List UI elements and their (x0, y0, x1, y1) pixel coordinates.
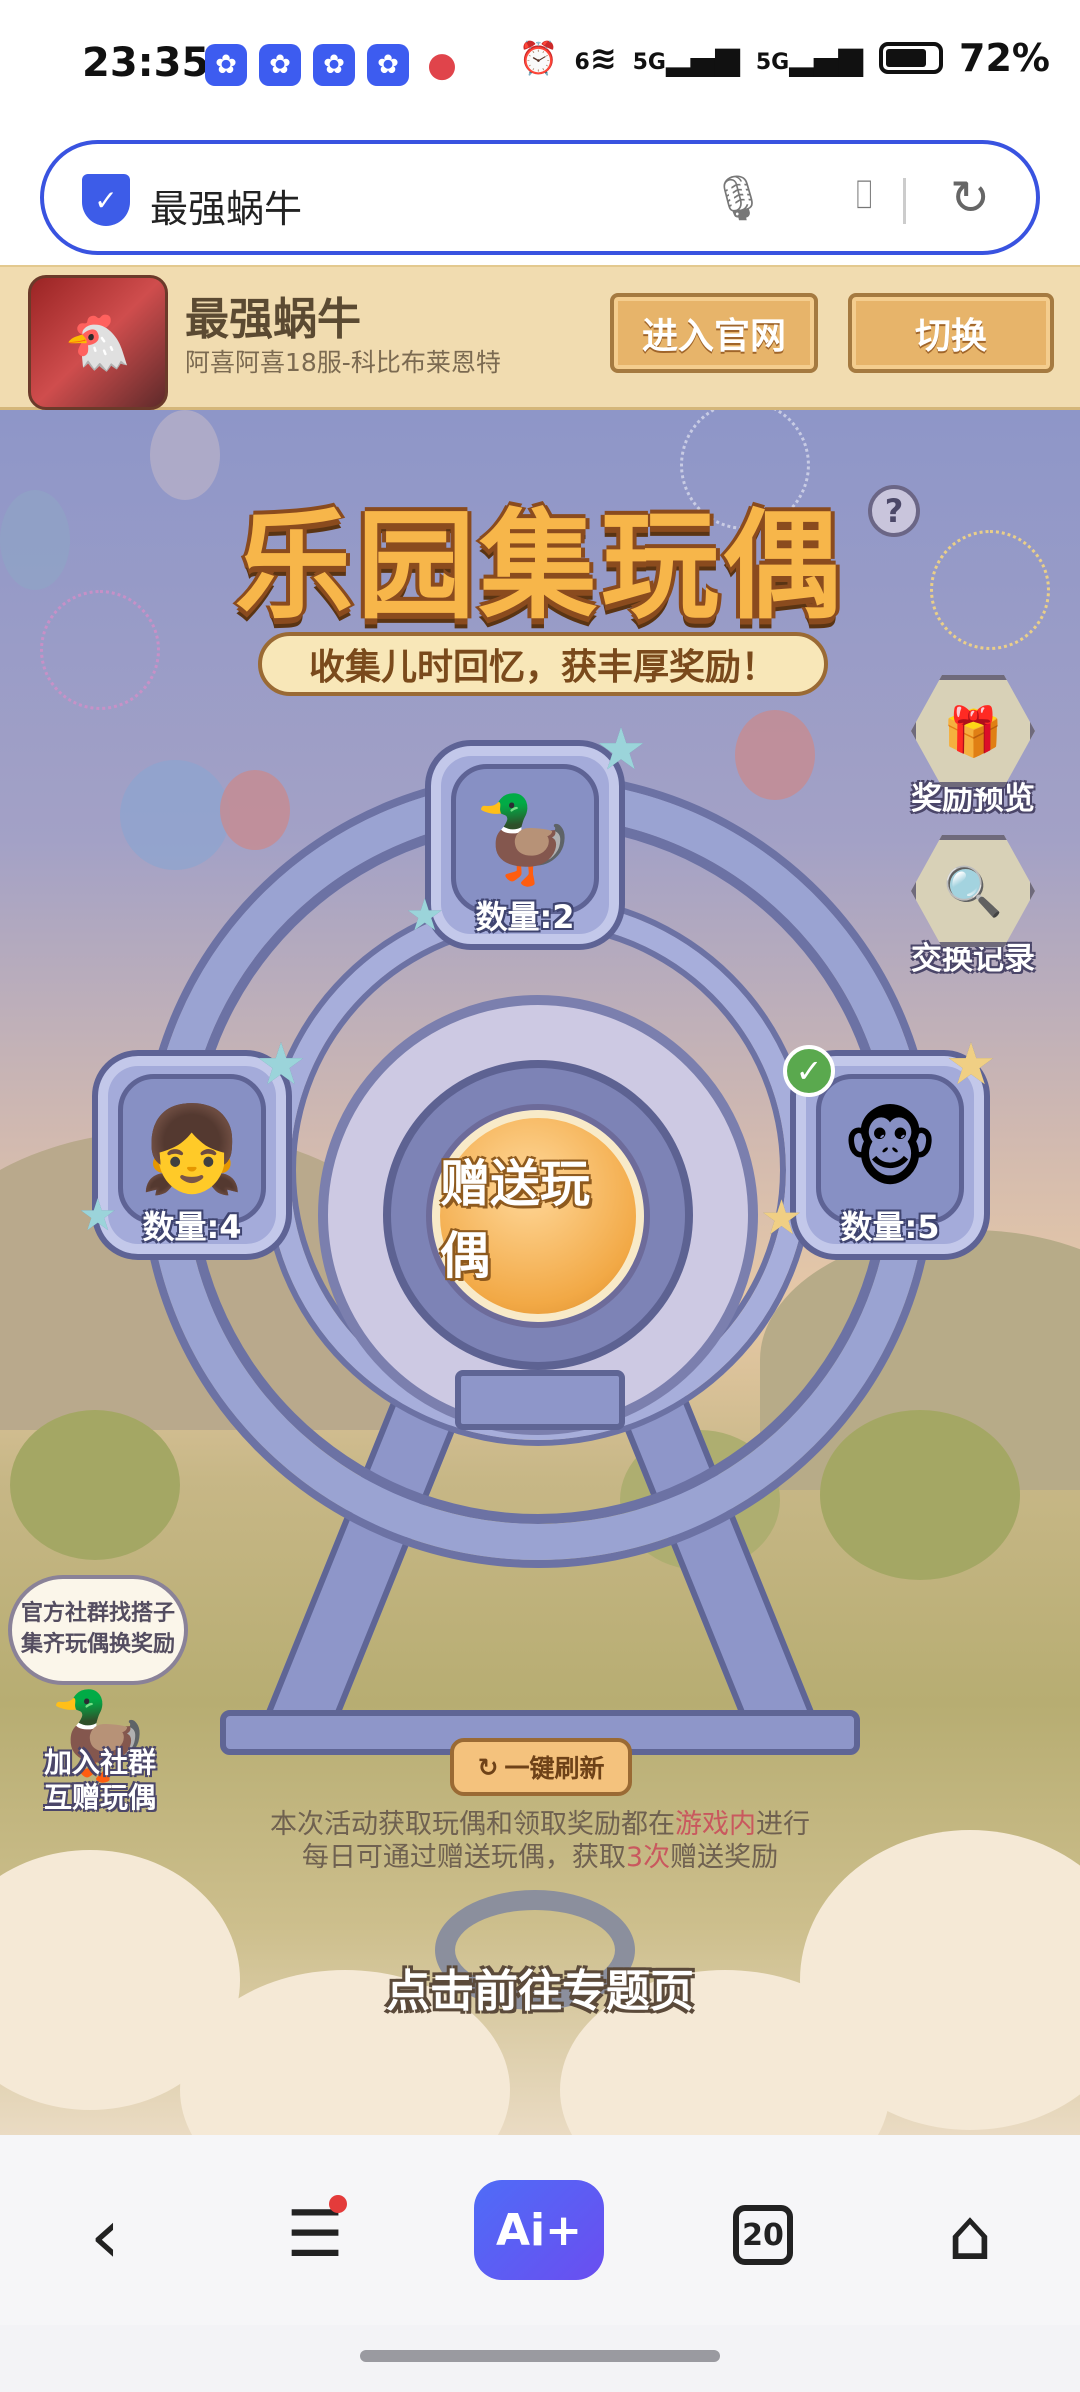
info-text: 每日可通过赠送玩偶，获取 (301, 1842, 626, 1873)
tabs-button[interactable]: 20 (703, 2185, 823, 2285)
camera-icon[interactable]: ⌷ (852, 172, 876, 218)
refresh-icon: ↻ (477, 1752, 499, 1782)
search-divider (903, 178, 906, 224)
star-decoration: ★ (595, 715, 647, 783)
battery-icon (879, 42, 944, 74)
clock: 23:35 (82, 40, 210, 86)
app-notification-icon: ✿ (367, 44, 409, 86)
microphone-icon[interactable]: 🎙 (710, 172, 766, 224)
ai-assistant-button[interactable]: Ai+ (474, 2180, 604, 2280)
star-decoration: ★ (255, 1030, 307, 1098)
gift-doll-button[interactable]: 赠送玩偶 (432, 1110, 644, 1322)
browser-address-area: ✓ 最强蜗牛 🎙 ⌷ ↻ (0, 135, 1080, 265)
shield-check-icon: ✓ (82, 174, 130, 226)
one-click-refresh-button[interactable]: ↻ 一键刷新 (450, 1738, 632, 1796)
app-notification-icon: ✿ (205, 44, 247, 86)
refresh-label: 一键刷新 (504, 1754, 605, 1783)
signal-icon: 5G▂▄▆ (632, 39, 740, 77)
notification-icons: ✿ ✿ ✿ ✿ ● (205, 44, 463, 86)
gesture-home-indicator[interactable] (360, 2350, 720, 2362)
map-pin-icon: ● (427, 45, 457, 85)
home-button[interactable]: ⌂ (910, 2185, 1030, 2285)
search-query[interactable]: 最强蜗牛 (150, 178, 302, 233)
wifi-icon: 6≋ (574, 39, 617, 77)
search-bar[interactable]: ✓ 最强蜗牛 🎙 ⌷ ↻ (40, 140, 1040, 255)
reward-preview-button[interactable]: 🎁 奖励预览 (903, 675, 1043, 818)
status-bar: 23:35 ✿ ✿ ✿ ✿ ● ⏰ 6≋ 5G▂▄▆ 5G▂▄▆ 72% (0, 0, 1080, 135)
doll-count: 数量:2 (475, 898, 575, 936)
signal-icon: 5G▂▄▆ (755, 39, 864, 77)
gift-icon: 🎁 (911, 675, 1035, 787)
event-subtitle: 收集儿时回忆，获丰厚奖励！ (258, 632, 828, 696)
star-decoration: ★ (760, 1190, 804, 1246)
doll-count: 数量:4 (142, 1208, 242, 1246)
app-notification-icon: ✿ (259, 44, 301, 86)
back-button[interactable]: ‹ (45, 2185, 165, 2285)
notification-dot (329, 2195, 347, 2213)
tree-decoration (820, 1410, 1020, 1580)
event-title: 乐园集玩偶 (234, 497, 845, 635)
switch-button[interactable]: 切换 (848, 293, 1054, 373)
tabs-count: 20 (733, 2205, 793, 2265)
balloon-decoration (220, 770, 290, 850)
join-group-line1: 加入社群 (43, 1746, 156, 1779)
social-group-bubble[interactable]: 官方社群找搭子 集齐玩偶换奖励 (8, 1575, 188, 1685)
magnifier-scroll-icon: 🔍 (911, 835, 1035, 947)
event-info-line2: 每日可通过赠送玩偶，获取3次赠送奖励 (0, 1835, 1080, 1874)
official-site-button[interactable]: 进入官网 (610, 293, 818, 373)
social-bubble-line2: 集齐玩偶换奖励 (20, 1632, 175, 1657)
game-header: 🐔 最强蜗牛 阿喜阿喜18服-科比布莱恩特 进入官网 切换 (0, 265, 1080, 410)
info-highlight: 3次 (625, 1842, 671, 1873)
event-banner: 乐园集玩偶 ? 收集儿时回忆，获丰厚奖励！ 🎁 奖励预览 🔍 交换记录 赠送玩偶… (0, 410, 1080, 2135)
checkmark-icon: ✓ (783, 1045, 835, 1097)
help-button[interactable]: ? (868, 485, 920, 537)
doll-count: 数量:5 (840, 1208, 940, 1246)
star-decoration: ★ (945, 1030, 997, 1098)
tree-decoration (10, 1410, 180, 1560)
app-notification-icon: ✿ (313, 44, 355, 86)
balloon-decoration (735, 710, 815, 800)
social-bubble-line1: 官方社群找搭子 (20, 1601, 175, 1627)
game-server: 阿喜阿喜18服-科比布莱恩特 (185, 348, 501, 377)
star-decoration: ★ (78, 1190, 118, 1241)
star-decoration: ★ (405, 890, 445, 941)
alarm-icon: ⏰ (518, 39, 559, 77)
topic-page-link[interactable]: 点击前往专题页 (0, 1955, 1080, 2019)
game-logo: 🐔 (28, 275, 168, 410)
game-name: 最强蜗牛 (185, 294, 361, 345)
bottom-navigation: ‹ ☰ Ai+ 20 ⌂ (0, 2135, 1080, 2325)
reload-icon[interactable]: ↻ (950, 170, 990, 226)
info-text: 赠送奖励 (670, 1842, 779, 1873)
system-icons: ⏰ 6≋ 5G▂▄▆ 5G▂▄▆ 72% (519, 36, 1050, 80)
battery-level: 72% (959, 36, 1050, 80)
heart-balloon-decoration (120, 760, 230, 870)
menu-button[interactable]: ☰ (255, 2185, 375, 2285)
exchange-record-button[interactable]: 🔍 交换记录 (903, 835, 1043, 978)
wheel-crossbar (455, 1370, 625, 1430)
